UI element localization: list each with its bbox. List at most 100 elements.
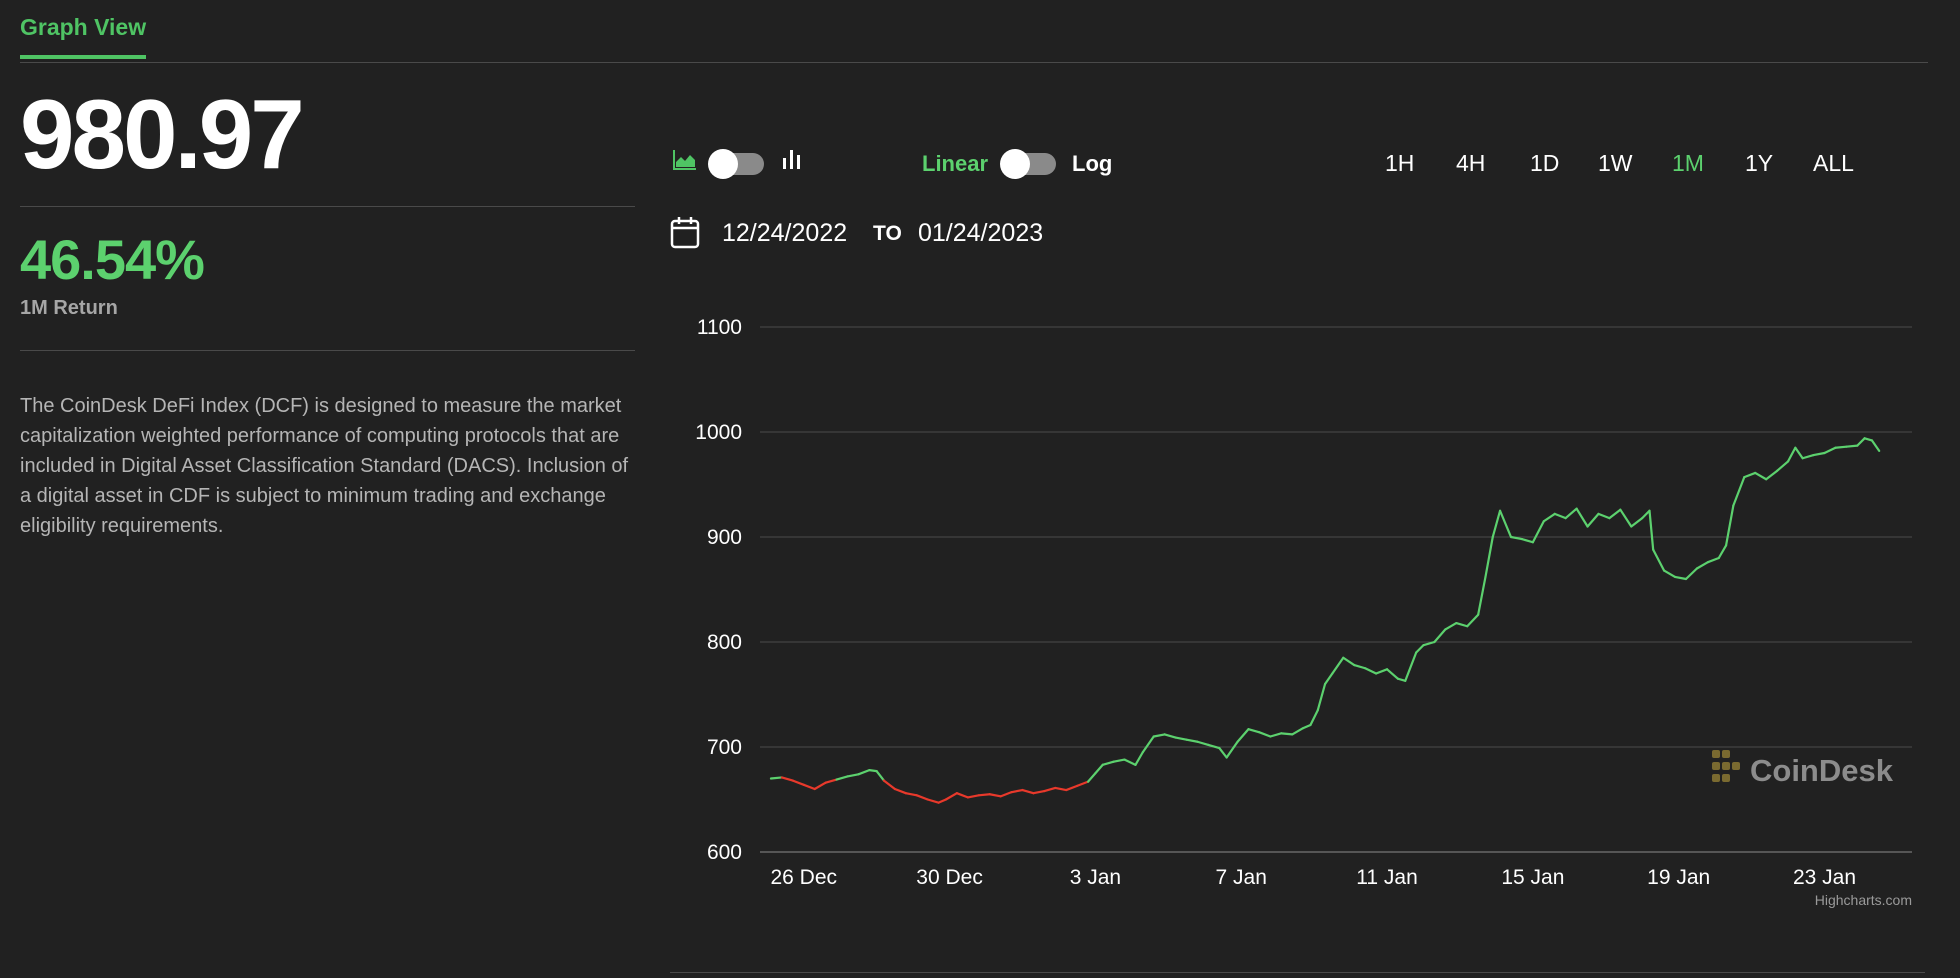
range-4h-button[interactable]: 4H bbox=[1456, 150, 1485, 177]
range-1h-button[interactable]: 1H bbox=[1385, 150, 1414, 177]
series-segment bbox=[1684, 567, 1699, 581]
series-segment bbox=[1302, 723, 1312, 730]
date-to[interactable]: 01/24/2023 bbox=[918, 219, 1043, 248]
series-segment bbox=[1754, 471, 1768, 481]
series-segment bbox=[1641, 509, 1651, 520]
series-segment bbox=[1054, 786, 1068, 792]
series-segment bbox=[1542, 512, 1556, 523]
series-segment bbox=[1291, 727, 1305, 736]
toggle-knob bbox=[1000, 149, 1030, 179]
x-tick-label: 30 Dec bbox=[916, 866, 983, 889]
series-segment bbox=[1269, 732, 1283, 738]
series-segment bbox=[1196, 740, 1210, 746]
series-segment bbox=[769, 776, 783, 780]
series-segment bbox=[1353, 664, 1367, 670]
index-description: The CoinDesk DeFi Index (DCF) is designe… bbox=[20, 395, 629, 537]
price-chart: 600 700 800 900 1000 1100 26 Dec 30 Dec 3 Jan 7 J… bbox=[670, 290, 1925, 935]
series-segment bbox=[1491, 509, 1502, 539]
series-segment bbox=[824, 778, 838, 784]
series-segment bbox=[1076, 780, 1090, 787]
scale-linear-label[interactable]: Linear bbox=[922, 151, 988, 177]
series-segment bbox=[1564, 507, 1578, 520]
series-segment bbox=[1323, 672, 1334, 686]
series-segment bbox=[882, 779, 896, 791]
series-segment bbox=[1695, 561, 1709, 570]
series-segment bbox=[893, 787, 907, 795]
date-from[interactable]: 12/24/2022 bbox=[722, 219, 847, 248]
range-1y-button[interactable]: 1Y bbox=[1745, 150, 1773, 177]
series-segment bbox=[1364, 667, 1378, 675]
series-segment bbox=[1717, 544, 1728, 560]
series-segment bbox=[1309, 709, 1319, 727]
x-tick-label: 26 Dec bbox=[770, 866, 837, 889]
series-segment bbox=[1021, 788, 1035, 795]
series-segment bbox=[791, 779, 805, 786]
series-segment bbox=[1207, 743, 1221, 750]
x-tick-label: 3 Jan bbox=[1070, 866, 1121, 889]
series-segment bbox=[1856, 437, 1866, 447]
series-segment bbox=[1863, 437, 1873, 442]
chart-controls: Linear Log 1H 4H 1D 1W 1M 1Y ALL bbox=[670, 140, 1910, 190]
series-segment bbox=[1845, 444, 1859, 448]
scale-log-label[interactable]: Log bbox=[1072, 151, 1112, 177]
toggle-knob bbox=[708, 149, 738, 179]
x-tick-label: 7 Jan bbox=[1216, 866, 1267, 889]
chart-svg: 600 700 800 900 1000 1100 26 Dec 30 Dec 3 Jan 7 J… bbox=[695, 316, 1912, 908]
series-segment bbox=[1553, 512, 1567, 520]
chart-type-toggle[interactable] bbox=[708, 149, 764, 179]
series-segment bbox=[1032, 790, 1046, 795]
series-segment bbox=[1010, 788, 1024, 794]
series-segment bbox=[1174, 736, 1188, 741]
divider bbox=[20, 206, 635, 207]
series-segment bbox=[1433, 628, 1447, 644]
series-segment bbox=[988, 793, 1002, 798]
series-segment bbox=[1163, 733, 1177, 739]
series-segment bbox=[1331, 656, 1345, 675]
series-segment bbox=[1396, 677, 1407, 682]
calendar-icon[interactable] bbox=[670, 215, 700, 256]
area-chart-icon[interactable] bbox=[672, 148, 698, 177]
x-tick-label: 15 Jan bbox=[1501, 866, 1564, 889]
series-segment bbox=[944, 792, 958, 801]
series-segment bbox=[1834, 445, 1848, 449]
scale-toggle[interactable] bbox=[1000, 149, 1056, 179]
series-segment bbox=[1597, 512, 1611, 520]
series-segment bbox=[1619, 508, 1633, 528]
series-segment bbox=[1236, 728, 1250, 743]
y-tick-label: 1000 bbox=[695, 421, 742, 444]
series-segment bbox=[1141, 735, 1155, 754]
series-segment bbox=[1280, 732, 1294, 736]
series-segment bbox=[1094, 763, 1104, 775]
series-segment bbox=[780, 776, 794, 782]
series-segment bbox=[966, 794, 980, 799]
series-segment bbox=[1477, 575, 1487, 616]
series-segment bbox=[802, 783, 816, 791]
series-segment bbox=[1043, 786, 1057, 793]
series-segment bbox=[1455, 622, 1469, 628]
series-segment bbox=[937, 798, 948, 804]
series-segment bbox=[1484, 535, 1494, 578]
series-segment bbox=[1087, 772, 1097, 783]
range-1m-button[interactable]: 1M bbox=[1672, 150, 1704, 177]
series-segment bbox=[1444, 622, 1458, 631]
tab-graph-view[interactable]: Graph View bbox=[20, 14, 147, 59]
series-segment bbox=[1342, 656, 1356, 667]
series-segment bbox=[1466, 613, 1480, 628]
x-tick-label: 19 Jan bbox=[1647, 866, 1710, 889]
x-tick-label: 11 Jan bbox=[1356, 866, 1418, 889]
range-1w-button[interactable]: 1W bbox=[1598, 150, 1633, 177]
coindesk-watermark: CoinDesk bbox=[1712, 750, 1894, 788]
divider bbox=[670, 972, 1925, 973]
range-all-button[interactable]: ALL bbox=[1813, 150, 1854, 177]
series-segment bbox=[1404, 651, 1418, 682]
series-segment bbox=[1258, 731, 1272, 738]
range-1d-button[interactable]: 1D bbox=[1530, 150, 1559, 177]
bar-chart-icon[interactable] bbox=[780, 147, 804, 176]
summary-panel: 980.97 46.54% 1M Return The CoinDesk DeF… bbox=[20, 62, 635, 541]
series-segment bbox=[1765, 469, 1779, 481]
series-segment bbox=[904, 792, 918, 797]
series-segment bbox=[1743, 471, 1757, 479]
series-segment bbox=[1870, 439, 1881, 452]
y-tick-label: 600 bbox=[707, 841, 742, 864]
date-separator: TO bbox=[873, 222, 902, 245]
